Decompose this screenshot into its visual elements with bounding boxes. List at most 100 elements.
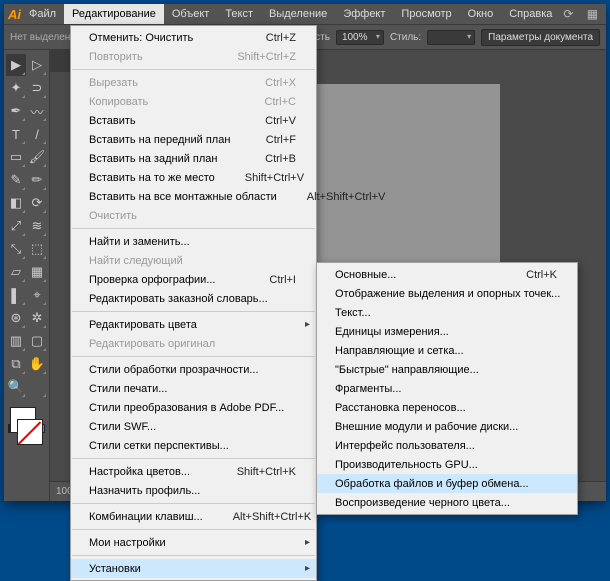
edit-menu-item-3: ВырезатьCtrl+X — [71, 73, 316, 92]
sync-icon[interactable]: ⟳ — [560, 6, 576, 22]
bridge-icon[interactable]: ▦ — [584, 6, 600, 22]
menu-item-shortcut: Ctrl+B — [235, 153, 296, 165]
tool-rotate[interactable]: ⟳ — [27, 192, 47, 214]
pref-menu-item-5[interactable]: "Быстрые" направляющие... — [317, 360, 577, 379]
pref-menu-item-4[interactable]: Направляющие и сетка... — [317, 341, 577, 360]
tool-pencil[interactable]: ✏ — [27, 169, 47, 191]
menu-item-label: Вставить на задний план — [89, 153, 218, 165]
edit-menu-item-27[interactable]: Назначить профиль... — [71, 481, 316, 500]
menu-item-label: Стили обработки прозрачности... — [89, 364, 259, 376]
edit-menu-item-21[interactable]: Стили печати... — [71, 379, 316, 398]
menubar-item-выделение[interactable]: Выделение — [261, 4, 335, 24]
style-dropdown[interactable] — [427, 30, 475, 45]
tool-shape-builder[interactable]: ⬚ — [27, 238, 47, 260]
pref-menu-item-3[interactable]: Единицы измерения... — [317, 322, 577, 341]
menubar-item-окно[interactable]: Окно — [460, 4, 502, 24]
tool-column-graph[interactable]: ▥ — [6, 330, 26, 352]
tool-blend[interactable]: ⊛ — [6, 307, 26, 329]
tool-shaper[interactable]: ✎ — [6, 169, 26, 191]
menubar-item-просмотр[interactable]: Просмотр — [393, 4, 459, 24]
edit-menu-item-5[interactable]: ВставитьCtrl+V — [71, 111, 316, 130]
tool-slice[interactable]: ⧉ — [6, 353, 26, 375]
menu-item-label: Внешние модули и рабочие диски... — [335, 421, 518, 433]
menubar-item-эффект[interactable]: Эффект — [335, 4, 393, 24]
tool-pen[interactable]: ✒ — [6, 100, 26, 122]
edit-menu-item-14[interactable]: Проверка орфографии...Ctrl+I — [71, 270, 316, 289]
tool-zoom[interactable]: 🔍 — [6, 376, 26, 398]
pref-menu-item-2[interactable]: Текст... — [317, 303, 577, 322]
edit-menu-item-29[interactable]: Комбинации клавиш...Alt+Shift+Ctrl+K — [71, 507, 316, 526]
tool-hand[interactable]: ✋ — [27, 353, 47, 375]
menubar: Ai ФайлРедактированиеОбъектТекстВыделени… — [4, 4, 606, 25]
edit-menu-item-31[interactable]: Мои настройки — [71, 533, 316, 552]
menu-item-label: Настройка цветов... — [89, 466, 190, 478]
pref-menu-item-1[interactable]: Отображение выделения и опорных точек... — [317, 284, 577, 303]
tool-symbol-sprayer[interactable]: ✲ — [27, 307, 47, 329]
edit-menu-item-15[interactable]: Редактировать заказной словарь... — [71, 289, 316, 308]
tool-selection[interactable]: ▶ — [6, 54, 26, 76]
edit-menu-item-8[interactable]: Вставить на то же местоShift+Ctrl+V — [71, 168, 316, 187]
tool-free-transform[interactable]: ⤡ — [6, 238, 26, 260]
tool-eraser[interactable]: ◧ — [6, 192, 26, 214]
pref-menu-item-8[interactable]: Внешние модули и рабочие диски... — [317, 417, 577, 436]
menu-item-shortcut: Ctrl+F — [236, 134, 296, 146]
tool-artboard[interactable]: ▢ — [27, 330, 47, 352]
menubar-right: ⟳ ▦ ▤ ⬓ — [560, 4, 610, 24]
edit-menu-item-9[interactable]: Вставить на все монтажные областиAlt+Shi… — [71, 187, 316, 206]
tool-perspective[interactable]: ▱ — [6, 261, 26, 283]
tool-type[interactable]: T — [6, 123, 26, 145]
menu-item-shortcut: Ctrl+K — [496, 269, 557, 281]
tool-eyedropper[interactable]: ⌖ — [27, 284, 47, 306]
pref-menu-item-0[interactable]: Основные...Ctrl+K — [317, 265, 577, 284]
pref-menu-item-7[interactable]: Расстановка переносов... — [317, 398, 577, 417]
menu-item-label: "Быстрые" направляющие... — [335, 364, 479, 376]
menubar-item-файл[interactable]: Файл — [21, 4, 64, 24]
fill-stroke-swatch[interactable] — [6, 403, 47, 449]
pref-menu-item-6[interactable]: Фрагменты... — [317, 379, 577, 398]
pref-menu-item-10[interactable]: Производительность GPU... — [317, 455, 577, 474]
edit-menu-item-26[interactable]: Настройка цветов... Shift+Ctrl+K — [71, 462, 316, 481]
edit-menu-item-23[interactable]: Стили SWF... — [71, 417, 316, 436]
tool-scale[interactable]: ⤢ — [6, 215, 26, 237]
menu-item-label: Текст... — [335, 307, 371, 319]
tool-line[interactable]: / — [27, 123, 47, 145]
menu-item-label: Воспроизведение черного цвета... — [335, 497, 510, 509]
tool-direct-selection[interactable]: ▷ — [27, 54, 47, 76]
menu-item-shortcut: Shift+Ctrl+V — [215, 172, 304, 184]
tool-mesh[interactable]: ▦ — [27, 261, 47, 283]
menu-item-shortcut: Ctrl+X — [235, 77, 296, 89]
edit-menu-item-13: Найти следующий — [71, 251, 316, 270]
pref-menu-item-11[interactable]: Обработка файлов и буфер обмена... — [317, 474, 577, 493]
tool-paintbrush[interactable]: 🖌 — [27, 146, 47, 168]
edit-menu-item-12[interactable]: Найти и заменить... — [71, 232, 316, 251]
edit-menu-item-17[interactable]: Редактировать цвета — [71, 315, 316, 334]
tool-fill-stroke[interactable] — [27, 376, 47, 398]
tool-rectangle[interactable]: ▭ — [6, 146, 26, 168]
menubar-item-справка[interactable]: Справка — [501, 4, 560, 24]
opacity-dropdown[interactable]: 100% — [336, 30, 384, 45]
menu-item-label: Найти следующий — [89, 255, 183, 267]
tool-width[interactable]: ≋ — [27, 215, 47, 237]
edit-menu-item-7[interactable]: Вставить на задний план Ctrl+B — [71, 149, 316, 168]
menubar-item-объект[interactable]: Объект — [164, 4, 217, 24]
tool-curvature[interactable]: 〰 — [27, 100, 47, 122]
menu-item-shortcut: Ctrl+C — [235, 96, 296, 108]
menubar-item-текст[interactable]: Текст — [217, 4, 261, 24]
edit-menu-item-20[interactable]: Стили обработки прозрачности... — [71, 360, 316, 379]
pref-menu-item-12[interactable]: Воспроизведение черного цвета... — [317, 493, 577, 512]
menu-item-shortcut: Shift+Ctrl+K — [207, 466, 296, 478]
pref-menu-item-9[interactable]: Интерфейс пользователя... — [317, 436, 577, 455]
menubar-item-редактирование[interactable]: Редактирование — [64, 4, 164, 24]
tool-lasso[interactable]: ⊃ — [27, 77, 47, 99]
tool-gradient[interactable]: ▌ — [6, 284, 26, 306]
tool-magic-wand[interactable]: ✦ — [6, 77, 26, 99]
edit-menu-item-22[interactable]: Стили преобразования в Adobe PDF... — [71, 398, 316, 417]
edit-menu-item-0[interactable]: Отменить: ОчиститьCtrl+Z — [71, 28, 316, 47]
edit-menu-item-24[interactable]: Стили сетки перспективы... — [71, 436, 316, 455]
document-setup-button[interactable]: Параметры документа — [481, 29, 600, 46]
edit-menu-item-6[interactable]: Вставить на передний план Ctrl+F — [71, 130, 316, 149]
menu-item-label: Стили печати... — [89, 383, 167, 395]
menu-item-label: Вставить на передний план — [89, 134, 230, 146]
edit-menu-item-33[interactable]: Установки — [71, 559, 316, 578]
menu-item-label: Стили SWF... — [89, 421, 156, 433]
